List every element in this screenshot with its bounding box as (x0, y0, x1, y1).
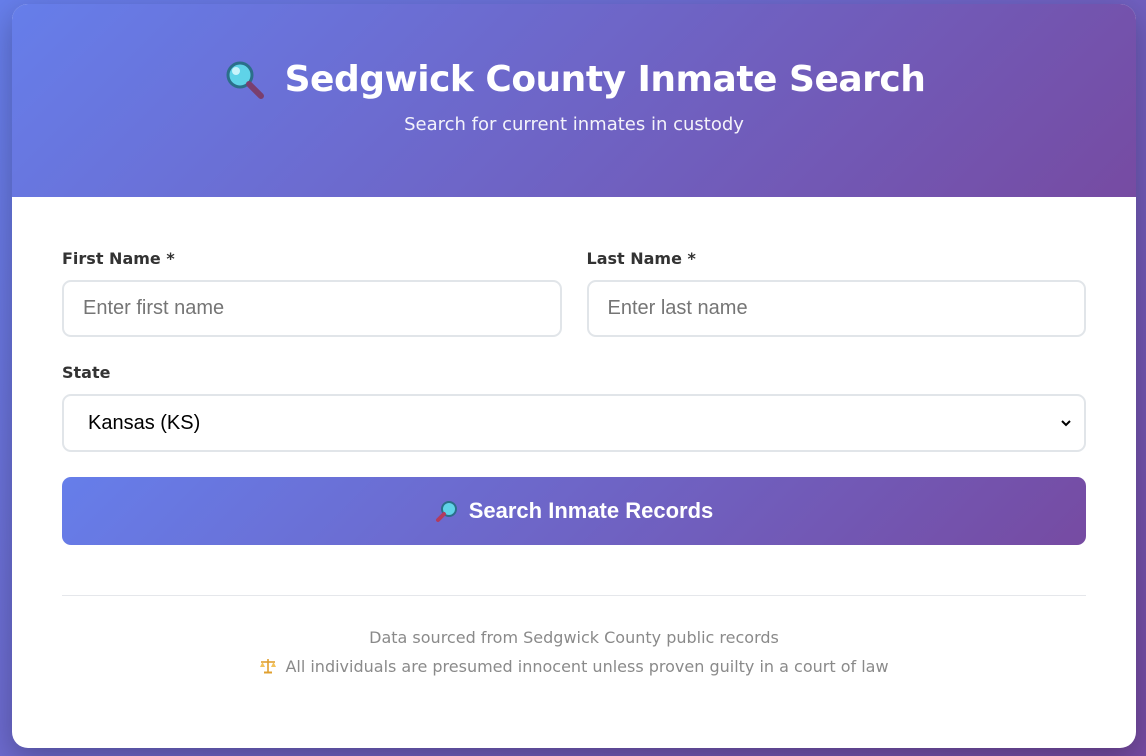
state-label: State (62, 363, 111, 382)
search-form: First Name * Last Name * State Kansas (K… (12, 249, 1136, 681)
magnifier-icon (435, 501, 457, 522)
chevron-down-icon (1061, 420, 1071, 427)
state-selected-value: Kansas (KS) (88, 411, 201, 434)
last-name-input[interactable] (586, 280, 1086, 337)
page-header: Sedgwick County Inmate Search Search for… (12, 4, 1136, 197)
state-select[interactable]: Kansas (KS) (62, 394, 1086, 452)
magnifier-icon (226, 61, 264, 99)
search-button[interactable]: Search Inmate Records (62, 477, 1086, 545)
name-row: First Name * Last Name * (62, 249, 1086, 337)
last-name-field: Last Name * (586, 249, 1086, 337)
data-source-note: Data sourced from Sedgwick County public… (369, 628, 779, 647)
disclaimer-note: All individuals are presumed innocent un… (62, 652, 1086, 681)
search-button-label: Search Inmate Records (468, 498, 714, 523)
first-name-input[interactable] (62, 280, 562, 337)
first-name-label: First Name * (62, 249, 175, 268)
disclaimer-text: All individuals are presumed innocent un… (285, 657, 889, 676)
page-subtitle: Search for current inmates in custody (404, 114, 744, 135)
title-row: Sedgwick County Inmate Search (12, 4, 1136, 100)
last-name-label: Last Name * (586, 249, 696, 268)
search-card: Sedgwick County Inmate Search Search for… (12, 4, 1136, 748)
first-name-field: First Name * (62, 249, 562, 337)
page-title: Sedgwick County Inmate Search (284, 58, 926, 100)
scales-icon (260, 659, 277, 674)
state-field: State Kansas (KS) (62, 363, 1086, 452)
footer: Data sourced from Sedgwick County public… (62, 596, 1086, 681)
